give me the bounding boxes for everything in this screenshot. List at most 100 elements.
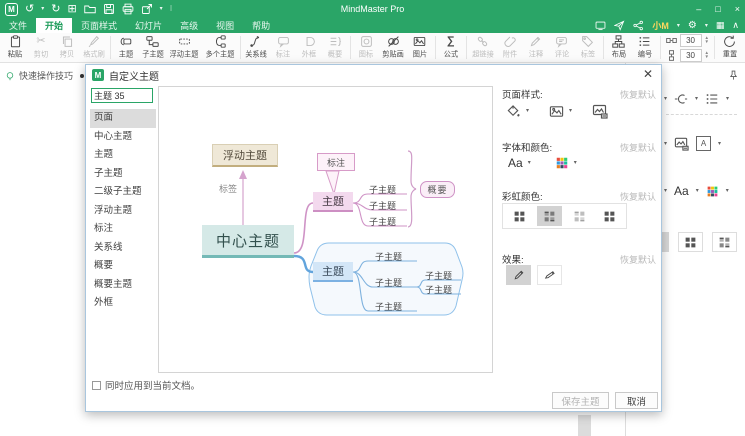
collapse-ribbon-icon[interactable]: ∧: [732, 20, 739, 31]
list-item-summary[interactable]: 概要: [90, 257, 156, 276]
toolbar-formula[interactable]: ∑ 公式: [438, 35, 464, 60]
toolbar-layout[interactable]: 布局: [606, 35, 632, 60]
pin-panel-icon[interactable]: [728, 70, 739, 81]
export-caret-icon[interactable]: ▾: [160, 6, 163, 12]
mindmap-topic-pink[interactable]: 主题: [313, 192, 353, 212]
tab-home[interactable]: 开始: [36, 18, 72, 33]
maximize-button[interactable]: □: [715, 4, 720, 14]
print-icon[interactable]: [122, 3, 134, 15]
toolbar-callout[interactable]: 标注: [270, 35, 296, 60]
minimize-button[interactable]: ‒: [696, 4, 701, 14]
rainbow-option-2[interactable]: [537, 206, 562, 226]
list-item-summary-topic[interactable]: 概要主题: [90, 276, 156, 295]
color-palette-icon[interactable]: [555, 156, 569, 170]
font-sample[interactable]: Aa: [674, 184, 689, 198]
list-item-central-topic[interactable]: 中心主题: [90, 128, 156, 147]
caret-icon[interactable]: ▾: [695, 96, 698, 102]
caret-icon[interactable]: ▾: [726, 188, 729, 194]
share-icon[interactable]: [633, 20, 644, 31]
undo-caret-icon[interactable]: ▾: [41, 6, 44, 12]
page-style-reset-link[interactable]: 恢复默认: [620, 88, 656, 101]
toolbar-summary[interactable]: 概要: [322, 35, 348, 60]
settings-caret-icon[interactable]: ▾: [705, 23, 708, 29]
vertical-spacing-input[interactable]: 30: [680, 49, 702, 62]
theme-color-icon[interactable]: [706, 185, 719, 198]
open-folder-icon[interactable]: [84, 3, 96, 15]
caret-icon[interactable]: ▾: [528, 160, 531, 166]
caret-icon[interactable]: ▾: [718, 141, 721, 147]
toolbar-format-painter[interactable]: 格式刷: [80, 35, 108, 60]
tab-slideshow[interactable]: 幻灯片: [126, 18, 171, 33]
undo-icon[interactable]: ↺: [25, 4, 34, 15]
list-item-subtopic[interactable]: 子主题: [90, 165, 156, 184]
rainbow-option-button[interactable]: [678, 232, 703, 252]
tab-file[interactable]: 文件: [0, 18, 36, 33]
mindmap-subtopic[interactable]: 子主题: [375, 250, 402, 263]
caret-icon[interactable]: ▾: [526, 108, 529, 114]
mindmap-floating-topic[interactable]: 浮动主题: [212, 144, 278, 167]
customize-quickbar-icon[interactable]: ⁝: [170, 5, 173, 13]
account-caret-icon[interactable]: ▾: [677, 23, 680, 29]
send-icon[interactable]: [614, 20, 625, 31]
toolbar-comment[interactable]: 评论: [549, 35, 575, 60]
close-button[interactable]: ×: [735, 4, 740, 14]
numbered-list-icon[interactable]: [705, 92, 719, 106]
branch-style-icon[interactable]: [674, 92, 688, 106]
toolbar-clipart[interactable]: 剪贴画: [379, 35, 407, 60]
rainbow-reset-link[interactable]: 恢复默认: [620, 190, 656, 203]
mindmap-callout[interactable]: 标注: [317, 153, 355, 171]
fill-bucket-icon[interactable]: [506, 104, 521, 119]
export-icon[interactable]: [141, 3, 153, 15]
toolbar-boundary[interactable]: 外框: [296, 35, 322, 60]
toolbar-numbering[interactable]: 编号: [632, 35, 658, 60]
remove-background-icon[interactable]: [674, 136, 689, 151]
toolbar-subtopic[interactable]: 子主题: [139, 35, 167, 60]
caret-icon[interactable]: ▾: [574, 160, 577, 166]
list-item-topic[interactable]: 主题: [90, 146, 156, 165]
mindmap-subtopic[interactable]: 子主题: [369, 199, 396, 212]
tab-view[interactable]: 视图: [207, 18, 243, 33]
toolbar-tag[interactable]: 标签: [575, 35, 601, 60]
mindmap-subtopic[interactable]: 子主题: [375, 276, 402, 289]
toolbar-topic[interactable]: 主题: [113, 35, 139, 60]
apps-grid-icon[interactable]: ▦: [716, 20, 725, 31]
fullscreen-icon[interactable]: [595, 20, 606, 31]
toolbar-copy[interactable]: 拷贝: [54, 35, 80, 60]
toolbar-paste[interactable]: 粘贴: [2, 35, 28, 60]
mindmap-subtopic[interactable]: 子主题: [425, 269, 452, 282]
toolbar-relationship[interactable]: 关系线: [243, 35, 271, 60]
background-image-icon[interactable]: [549, 104, 564, 119]
caret-icon[interactable]: ▾: [664, 141, 667, 147]
caret-icon[interactable]: ▾: [726, 96, 729, 102]
redo-icon[interactable]: ↻: [51, 4, 60, 15]
toolbar-icon-marker[interactable]: 图标: [353, 35, 379, 60]
watermark-icon[interactable]: A: [696, 136, 711, 151]
mindmap-subtopic[interactable]: 子主题: [425, 283, 452, 296]
list-item-callout[interactable]: 标注: [90, 220, 156, 239]
list-item-boundary[interactable]: 外框: [90, 294, 156, 313]
mindmap-subtopic[interactable]: 子主题: [369, 183, 396, 196]
caret-icon[interactable]: ▾: [569, 108, 572, 114]
settings-icon[interactable]: ⚙: [688, 20, 697, 31]
toolbar-picture[interactable]: 图片: [407, 35, 433, 60]
save-icon[interactable]: [103, 3, 115, 15]
quick-tips-toggle[interactable]: 快速操作技巧: [5, 69, 84, 82]
list-item-relationship[interactable]: 关系线: [90, 239, 156, 258]
rainbow-option-4[interactable]: [597, 206, 622, 226]
font-sample[interactable]: Aa: [508, 156, 523, 170]
toolbar-hyperlink[interactable]: 超链接: [469, 35, 497, 60]
new-document-icon[interactable]: ⊞: [67, 4, 76, 15]
caret-icon[interactable]: ▾: [664, 96, 667, 102]
canvas-scrollbar-thumb[interactable]: [578, 415, 591, 436]
account-name[interactable]: 小M: [652, 19, 669, 32]
mindmap-central-topic[interactable]: 中心主题: [202, 225, 294, 258]
horizontal-spacing-stepper[interactable]: ▲▼: [705, 36, 709, 45]
mindmap-subtopic[interactable]: 子主题: [369, 215, 396, 228]
rainbow-option-button[interactable]: [712, 232, 737, 252]
apply-to-document-option[interactable]: 同时应用到当前文档。: [92, 378, 200, 392]
toolbar-note[interactable]: 注释: [523, 35, 549, 60]
mindmap-subtopic[interactable]: 子主题: [375, 300, 402, 313]
save-theme-button[interactable]: 保存主题: [552, 392, 609, 409]
mindmap-relationship-label[interactable]: 标签: [218, 182, 238, 195]
remove-background-icon[interactable]: [592, 103, 608, 119]
